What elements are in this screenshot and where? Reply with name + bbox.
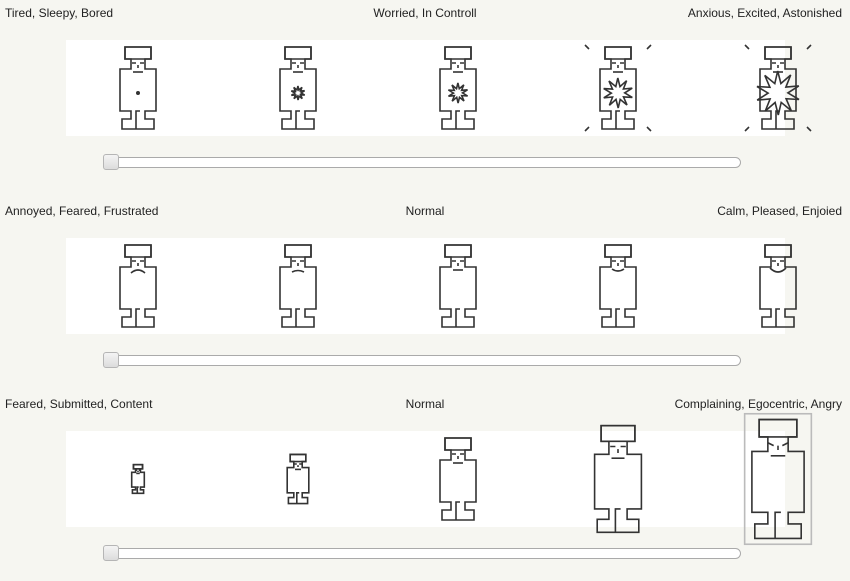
robot-figure-icon: [599, 244, 637, 328]
robot-figure-icon: [279, 46, 317, 130]
robot-figure-icon: [119, 46, 157, 130]
robot-figure-icon: [119, 244, 157, 328]
dominance-figure-2: [226, 431, 370, 527]
pleasure-figure-strip: [66, 238, 797, 334]
robot-figure-icon: [593, 424, 643, 534]
pleasure-figure-1: [66, 238, 210, 334]
dominance-mid-label: Normal: [405, 397, 445, 411]
arousal-figure-1: [66, 40, 210, 136]
pleasure-slider-thumb[interactable]: [103, 352, 119, 368]
arousal-slider-thumb[interactable]: [103, 154, 119, 170]
dominance-slider-thumb[interactable]: [103, 545, 119, 561]
robot-figure-icon: [744, 44, 812, 132]
pleasure-figure-5: [706, 238, 850, 334]
dominance-figure-strip: [66, 412, 813, 546]
arousal-figure-strip: [66, 40, 812, 136]
dominance-low-label: Feared, Submitted, Content: [5, 397, 153, 411]
arousal-figure-3: [386, 40, 530, 136]
robot-figure-icon: [439, 437, 477, 521]
dominance-high-label: Complaining, Egocentric, Angry: [674, 397, 842, 411]
robot-figure-icon: [759, 244, 797, 328]
robot-figure-icon: [584, 44, 652, 132]
pleasure-figure-2: [226, 238, 370, 334]
arousal-slider[interactable]: [103, 154, 741, 170]
arousal-figure-4: [546, 40, 690, 136]
pleasure-slider[interactable]: [103, 352, 741, 368]
dominance-slider[interactable]: [103, 545, 741, 561]
arousal-figure-5: [706, 40, 850, 136]
pleasure-low-label: Annoyed, Feared, Frustrated: [5, 204, 159, 218]
pleasure-figure-3: [386, 238, 530, 334]
pleasure-high-label: Calm, Pleased, Enjoied: [717, 204, 842, 218]
arousal-low-label: Tired, Sleepy, Bored: [5, 6, 114, 20]
dominance-figure-5: [706, 412, 850, 546]
robot-figure-icon: [439, 244, 477, 328]
pleasure-mid-label: Normal: [405, 204, 445, 218]
robot-figure-icon: [279, 244, 317, 328]
dominance-figure-4: [546, 424, 690, 534]
dominance-figure-3: [386, 431, 530, 527]
arousal-mid-label: Worried, In Controll: [373, 6, 477, 20]
arousal-figure-2: [226, 40, 370, 136]
dominance-figure-1: [66, 431, 210, 527]
robot-figure-icon: [743, 412, 813, 546]
robot-figure-icon: [130, 463, 146, 495]
robot-figure-icon: [439, 46, 477, 130]
arousal-high-label: Anxious, Excited, Astonished: [687, 6, 842, 20]
pleasure-figure-4: [546, 238, 690, 334]
robot-figure-icon: [286, 453, 310, 505]
